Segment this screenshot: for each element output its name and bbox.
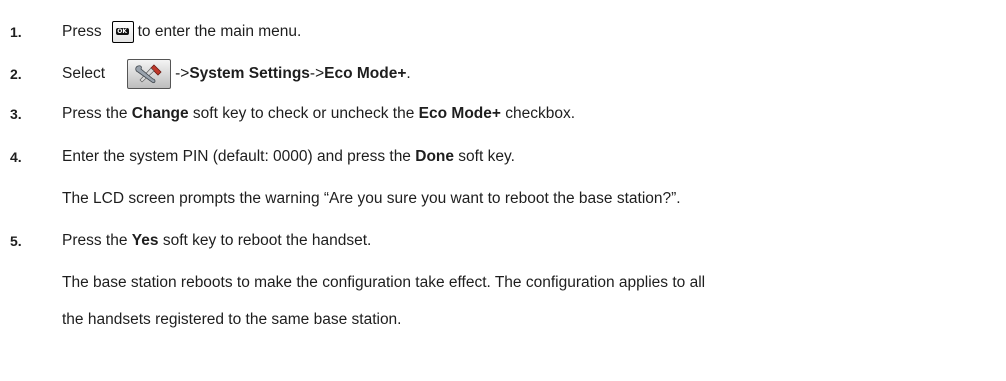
step-number: 3. [10,106,22,122]
step-text: Enter the system PIN (default: 0000) and… [62,148,515,165]
step-number: 4. [10,149,22,165]
result-text: The base station reboots to make the con… [62,274,706,291]
step-text: Press OK to enter the main menu. [62,21,301,43]
step-text: Select -> System Settings -> Eco Mode+. [62,59,411,89]
step-number: 5. [10,233,22,249]
step-text: Press the Change soft key to check or un… [62,105,576,122]
result-text: The LCD screen prompts the warning “Are … [62,190,681,207]
settings-tools-icon [127,59,172,89]
step-text: Press the Yes soft key to reboot the han… [62,232,372,249]
result-text: the handsets registered to the same base… [62,311,402,328]
ok-key-icon: OK [111,21,134,43]
step-number: 2. [10,66,22,82]
step-number: 1. [10,24,22,40]
